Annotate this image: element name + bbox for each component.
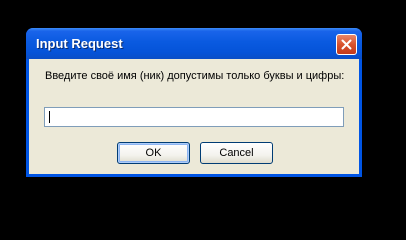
title-bar[interactable]: Input Request [26,28,362,59]
window-title: Input Request [36,36,123,51]
text-caret [49,111,50,123]
prompt-message: Введите своё имя (ник) допустимы только … [45,70,345,82]
name-input[interactable] [44,107,344,127]
cancel-button[interactable]: Cancel [200,142,273,164]
input-request-dialog: Input Request Введите своё имя (ник) доп… [26,28,362,177]
ok-button[interactable]: OK [117,142,190,164]
dialog-body: Введите своё имя (ник) допустимы только … [29,59,359,174]
close-icon [341,39,352,50]
close-button[interactable] [336,34,357,55]
